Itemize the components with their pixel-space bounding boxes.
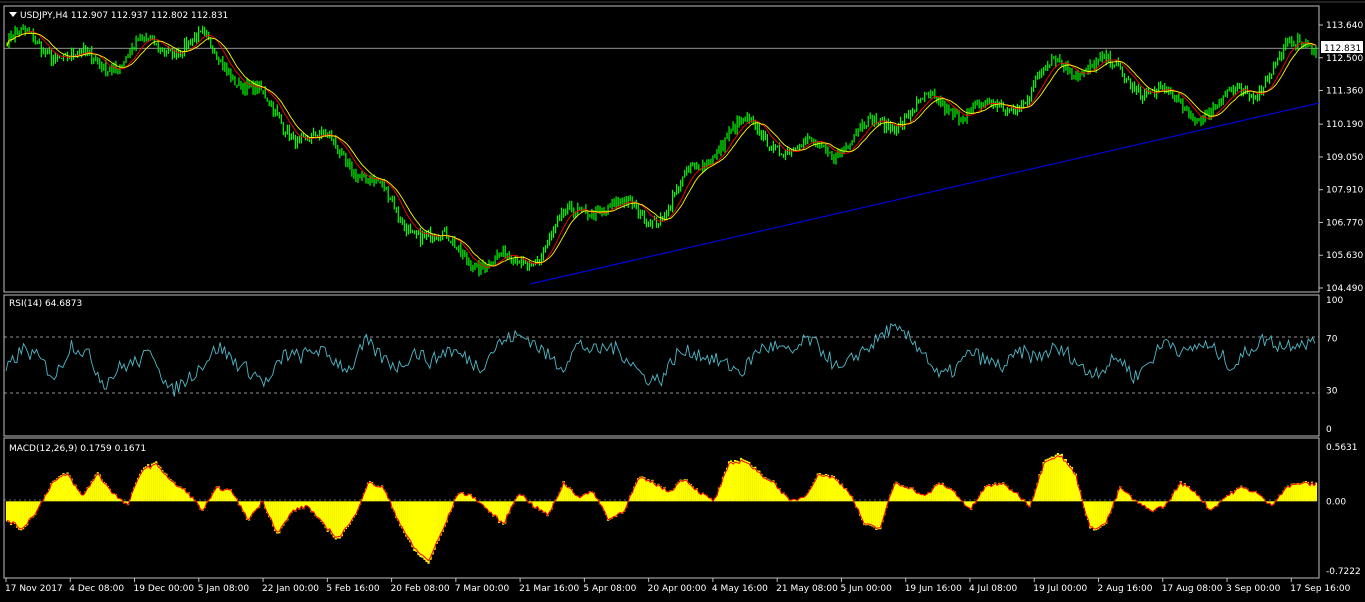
macd-tick-label: -0.7222: [1326, 567, 1361, 577]
chart-window[interactable]: 113.640 112.500 111.360 110.190 109.050 107.9…: [0, 0, 1365, 602]
rsi-tick-label: 70: [1326, 335, 1338, 345]
macd-tick-label: 0.00: [1326, 497, 1346, 507]
rsi-title: RSI(14) 64.6873: [9, 299, 82, 309]
price-tick-label: 109.050: [1326, 153, 1363, 163]
price-tick-label: 104.490: [1326, 284, 1363, 294]
time-tick-label: 5 Feb 16:00: [326, 584, 380, 594]
time-tick-label: 3 Sep 00:00: [1226, 584, 1281, 594]
time-tick-label: 19 Dec 00:00: [134, 584, 195, 594]
time-tick-label: 20 Apr 00:00: [648, 584, 707, 594]
current-price-label: 112.831: [1324, 44, 1361, 54]
time-tick-label: 22 Jan 00:00: [262, 584, 319, 594]
time-tick-label: 21 Mar 16:00: [519, 584, 579, 594]
price-axis: 113.640 112.500 111.360 110.190 109.050 107.9…: [1319, 21, 1363, 294]
price-tick-label: 105.630: [1326, 251, 1363, 261]
rsi-tick-label: 100: [1326, 296, 1343, 306]
time-tick-label: 2 Aug 16:00: [1098, 584, 1153, 594]
time-tick-label: 4 Dec 08:00: [69, 584, 124, 594]
time-tick-label: 21 May 08:00: [776, 584, 838, 594]
price-tick-label: 110.190: [1326, 120, 1363, 130]
time-tick-label: 20 Feb 08:00: [391, 584, 450, 594]
time-tick-label: 17 Aug 08:00: [1162, 584, 1223, 594]
symbol-title: USDJPY,H4 112.907 112.937 112.802 112.83…: [20, 11, 228, 21]
price-tick-label: 113.640: [1326, 21, 1363, 31]
price-tick-label: 107.910: [1326, 186, 1363, 196]
time-tick-label: 19 Jun 16:00: [905, 584, 962, 594]
rsi-tick-label: 30: [1326, 386, 1338, 396]
price-tick-label: 112.500: [1326, 54, 1363, 64]
price-tick-label: 111.360: [1326, 87, 1363, 97]
time-tick-label: 19 Jul 00:00: [1033, 584, 1087, 594]
macd-title: MACD(12,26,9) 0.1759 0.1671: [9, 444, 146, 454]
rsi-tick-label: 0: [1326, 425, 1332, 435]
time-tick-label: 7 Mar 00:00: [455, 584, 510, 594]
time-tick-label: 17 Nov 2017: [5, 584, 63, 594]
time-tick-label: 4 May 16:00: [712, 584, 768, 594]
time-tick-label: 4 Jul 08:00: [969, 584, 1018, 594]
time-tick-label: 5 Jun 00:00: [840, 584, 892, 594]
time-tick-label: 5 Apr 08:00: [583, 584, 636, 594]
time-tick-label: 5 Jan 08:00: [198, 584, 250, 594]
price-tick-label: 106.770: [1326, 218, 1363, 228]
time-tick-label: 17 Sep 16:00: [1290, 584, 1350, 594]
macd-tick-label: 0.5631: [1326, 443, 1358, 453]
